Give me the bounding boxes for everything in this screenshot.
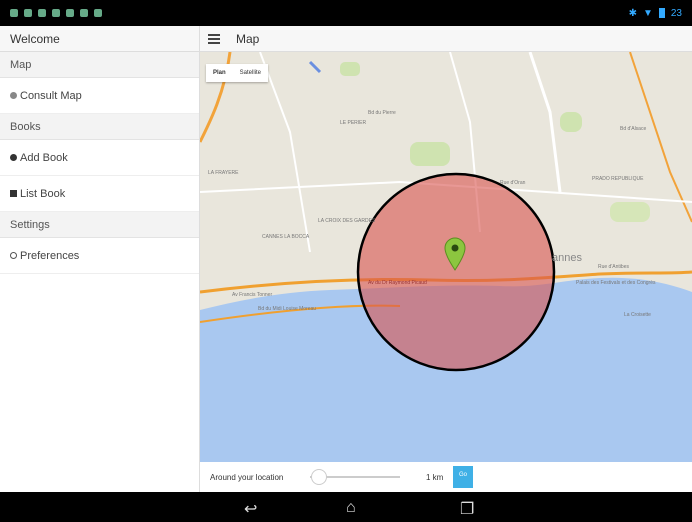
recent-apps-icon[interactable]: ❐ [460,499,474,519]
around-location-label: Around your location [210,472,284,482]
notification-icon [52,9,60,17]
go-button[interactable]: Go [453,466,473,488]
status-bar: ✱ ▼ 23 [0,0,692,26]
marker-dot [451,244,459,252]
map-label: CANNES LA BOCCA [262,234,310,240]
notification-icon [38,9,46,17]
menu-icon[interactable] [208,33,220,44]
globe-icon [10,92,17,99]
road [629,52,692,223]
clock: 23 [670,7,682,19]
plus-circle-icon [10,154,17,161]
map-label: Bd du Midi Louise Moreau [258,306,317,312]
ring-icon [10,252,17,259]
system-nav-bar: ↩ ⌂ ❐ [0,492,692,522]
map-label: Bd d'Alsace [620,126,647,132]
home-icon[interactable]: ⌂ [346,499,356,517]
map-type-toggle: Plan Satellite [206,64,269,82]
navigation-drawer: Welcome Map Consult Map Books Add Book L… [0,26,200,492]
drawer-item-label: Preferences [20,249,80,262]
park-area [410,142,450,166]
map-label: Av Francis Tonner [232,292,273,298]
list-icon [10,190,17,197]
notification-icon [66,9,74,17]
map-label: Palais des Festivals et des Congrès [576,280,656,286]
back-icon[interactable]: ↩ [244,499,257,519]
map-label: Av du Dr Raymond Picaud [368,280,427,286]
wifi-icon: ▼ [642,7,653,19]
page-title: Map [236,31,260,46]
park-area [560,112,582,132]
map-label: Rue d'Oran [500,180,526,186]
map-label: LA CROIX DES GARDES [318,218,376,224]
notification-icon [94,9,102,17]
section-map: Map [0,52,199,78]
park-area [340,62,360,76]
bluetooth-icon: ✱ [628,7,637,19]
drawer-item-label: Add Book [20,151,68,164]
map-label: LA FRAYERE [208,170,239,176]
map-type-plan-button[interactable]: Plan [206,64,233,82]
notification-icons [10,9,102,17]
park-area [610,202,650,222]
map-label: annes [552,252,582,264]
drawer-item-preferences[interactable]: Preferences [0,238,199,274]
drawer-item-add-book[interactable]: Add Book [0,140,199,176]
drawer-item-consult-map[interactable]: Consult Map [0,78,199,114]
radius-slider-thumb[interactable] [310,469,327,485]
map-view[interactable]: Plan Satellite Bd du Pierre LE PERIER LA… [200,52,692,462]
location-controls: Around your location 1 km Go [200,462,692,492]
search-radius-circle [356,172,556,372]
road [259,52,311,253]
drawer-item-list-book[interactable]: List Book [0,176,199,212]
map-type-satellite-button[interactable]: Satellite [233,64,268,82]
drawer-item-label: List Book [20,187,66,200]
drawer-header: Welcome [0,26,199,52]
section-settings: Settings [0,212,199,238]
map-label: La Croisette [624,312,651,318]
road [308,60,322,74]
notification-icon [80,9,88,17]
map-canvas [200,52,692,462]
notification-icon [24,9,32,17]
section-books: Books [0,114,199,140]
map-label: LE PERIER [340,120,367,126]
distance-value: 1 km [426,473,444,482]
drawer-item-label: Consult Map [20,89,82,102]
system-icons: ✱ ▼ 23 [629,8,682,19]
map-label: Bd du Pierre [368,110,396,116]
notification-icon [10,9,18,17]
map-label: PRADO REPUBLIQUE [592,176,644,182]
map-label: Rue d'Antibes [598,264,629,270]
battery-icon [658,8,665,18]
app-bar: Map [200,26,692,52]
road [528,52,562,193]
